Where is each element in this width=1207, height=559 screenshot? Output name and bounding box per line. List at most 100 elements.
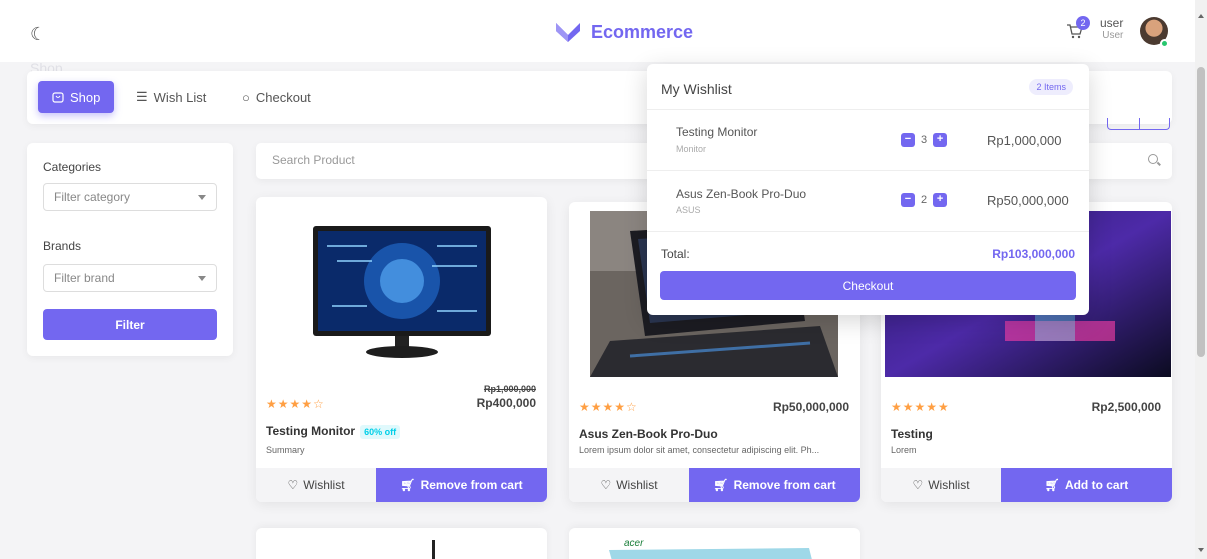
brand-placeholder: Filter brand	[54, 271, 115, 285]
tab-label: Wish List	[153, 89, 207, 105]
minus-icon[interactable]: −	[901, 133, 915, 147]
plus-icon[interactable]: +	[933, 193, 948, 207]
user-info[interactable]: user User	[1100, 16, 1123, 41]
remove-from-cart-button[interactable]: 🛒︎ Remove from cart	[689, 468, 860, 502]
product-description: Lorem ipsum dolor sit amet, consectetur …	[579, 445, 820, 455]
product-card[interactable]: acer	[569, 528, 860, 559]
minus-icon[interactable]: −	[901, 193, 915, 207]
search-icon[interactable]	[1148, 154, 1158, 164]
wishlist-count-badge: 2 Items	[1029, 79, 1073, 95]
quantity-stepper: − 2 +	[901, 193, 948, 207]
product-name-text: Testing	[891, 427, 933, 441]
heart-icon: ♡	[600, 478, 612, 492]
cart-icon: 🛒︎	[713, 478, 729, 492]
list-icon: ☰	[136, 89, 148, 104]
product-image	[432, 540, 435, 559]
view-toggle[interactable]	[1107, 118, 1170, 130]
brand[interactable]: Ecommerce	[555, 21, 693, 43]
old-price: Rp1,000,000	[483, 384, 536, 394]
brands-label: Brands	[43, 239, 82, 253]
tab-wish-list[interactable]: ☰ Wish List	[136, 81, 206, 113]
acer-logo: acer	[624, 538, 644, 549]
product-price: Rp50,000,000	[772, 400, 849, 414]
wishlist-item-brand: ASUS	[676, 205, 701, 215]
product-name-text: Testing Monitor	[266, 424, 356, 438]
product-name[interactable]: Asus Zen-Book Pro-Duo	[579, 427, 718, 441]
product-name[interactable]: Testing	[891, 427, 933, 441]
quantity-stepper: − 3 +	[901, 133, 948, 147]
rating-stars: ★★★★☆	[266, 397, 325, 411]
chevron-down-icon	[198, 276, 206, 281]
tab-label: Shop	[70, 89, 101, 105]
total-value: Rp103,000,000	[992, 247, 1075, 261]
product-price: Rp2,500,000	[1091, 400, 1161, 414]
product-card[interactable]	[256, 528, 547, 559]
wishlist-item-name[interactable]: Asus Zen-Book Pro-Duo	[676, 187, 806, 201]
user-name: user	[1100, 16, 1124, 30]
product-image	[313, 226, 491, 358]
rating-stars: ★★★★★	[891, 400, 950, 414]
remove-from-cart-button[interactable]: 🛒︎ Remove from cart	[376, 468, 547, 502]
category-placeholder: Filter category	[54, 190, 131, 204]
cart-button[interactable]: 2	[1066, 16, 1090, 43]
user-role: User	[1102, 30, 1124, 41]
tab-checkout[interactable]: ○ Checkout	[242, 81, 311, 113]
product-name-text: Asus Zen-Book Pro-Duo	[579, 427, 718, 441]
product-description: Lorem	[891, 445, 917, 455]
wishlist-dropdown: My Wishlist 2 Items Testing Monitor Moni…	[647, 64, 1089, 315]
wishlist-title: My Wishlist	[661, 81, 732, 97]
brand-logo-icon	[556, 23, 580, 42]
add-to-cart-button[interactable]: 🛒︎ Add to cart	[1001, 468, 1172, 502]
filter-sidebar: Categories Filter category Brands Filter…	[27, 143, 233, 356]
scroll-down-icon[interactable]	[1198, 548, 1204, 552]
scroll-thumb[interactable]	[1197, 67, 1205, 357]
wishlist-button[interactable]: ♡ Wishlist	[881, 468, 1001, 502]
rating-stars: ★★★★☆	[579, 400, 638, 414]
product-name[interactable]: Testing Monitor 60% off	[266, 424, 401, 439]
search-placeholder: Search Product	[272, 153, 355, 167]
scrollbar[interactable]	[1195, 0, 1207, 559]
category-select[interactable]: Filter category	[43, 183, 217, 211]
cart-button-label: Remove from cart	[733, 478, 836, 492]
cart-icon: 🛒︎	[1044, 478, 1060, 492]
tab-label: Checkout	[255, 89, 311, 105]
divider	[647, 109, 1089, 110]
cart-button-label: Remove from cart	[420, 478, 523, 492]
categories-label: Categories	[43, 160, 102, 174]
moon-icon[interactable]: ☾	[30, 24, 46, 45]
cart-icon: 🛒︎	[400, 478, 416, 492]
wishlist-label: Wishlist	[616, 478, 658, 492]
divider	[647, 231, 1089, 232]
quantity-value: 2	[921, 194, 928, 206]
brand-select[interactable]: Filter brand	[43, 264, 217, 292]
shop-bag-icon	[52, 92, 64, 103]
wishlist-label: Wishlist	[303, 478, 345, 492]
chevron-down-icon	[198, 195, 206, 200]
wishlist-button[interactable]: ♡ Wishlist	[256, 468, 376, 502]
wishlist-item-price: Rp1,000,000	[987, 133, 1062, 148]
discount-badge: 60% off	[360, 425, 401, 439]
wishlist-label: Wishlist	[928, 478, 970, 492]
wishlist-item-name[interactable]: Testing Monitor	[676, 125, 757, 139]
checkout-button[interactable]: Checkout	[660, 271, 1076, 300]
product-image: acer	[609, 538, 812, 559]
heart-icon: ♡	[912, 478, 924, 492]
tab-shop[interactable]: Shop	[38, 81, 115, 113]
heart-icon: ♡	[287, 478, 299, 492]
divider	[647, 170, 1089, 171]
product-description: Summary	[266, 445, 305, 455]
product-price: Rp400,000	[476, 396, 536, 410]
product-card[interactable]: ★★★★☆ Rp1,000,000 Rp400,000 Testing Moni…	[256, 197, 547, 502]
wishlist-item-price: Rp50,000,000	[987, 193, 1069, 208]
plus-icon[interactable]: +	[933, 133, 948, 147]
filter-button[interactable]: Filter	[43, 309, 217, 340]
top-navbar: ☾ Ecommerce 2 user User	[0, 0, 1195, 62]
scroll-up-icon[interactable]	[1198, 14, 1204, 18]
wishlist-button[interactable]: ♡ Wishlist	[569, 468, 689, 502]
circle-icon: ○	[242, 89, 250, 105]
wishlist-item-brand: Monitor	[676, 144, 707, 154]
cart-button-label: Add to cart	[1064, 478, 1129, 492]
online-status-icon	[1160, 39, 1169, 48]
cart-count-badge: 2	[1076, 16, 1090, 30]
brand-name: Ecommerce	[591, 21, 694, 42]
